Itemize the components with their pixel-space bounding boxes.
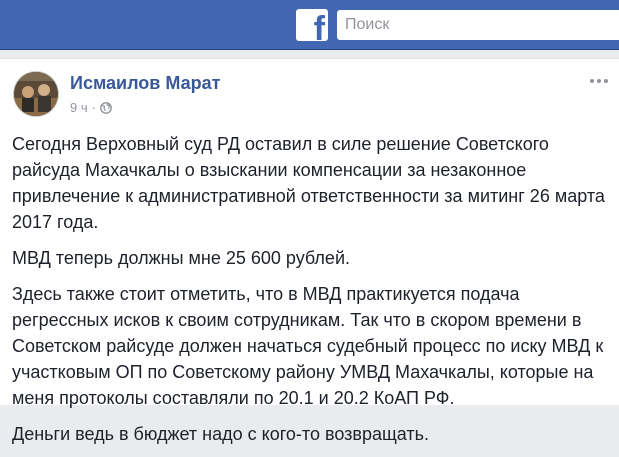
- globe-icon[interactable]: [100, 101, 112, 114]
- post-paragraph: Здесь также стоит отметить, что в МВД пр…: [12, 284, 604, 408]
- post-meta: 9 ч ·: [70, 100, 112, 115]
- author-avatar[interactable]: [13, 71, 59, 117]
- post-body: Сегодня Верховный суд РД оставил в силе …: [12, 131, 612, 457]
- post-paragraph: Сегодня Верховный суд РД оставил в силе …: [12, 134, 605, 232]
- top-navigation-bar: f: [0, 0, 619, 50]
- more-options-icon[interactable]: [588, 75, 610, 87]
- post-paragraph: Деньги ведь в бюджет надо с кого-то возв…: [12, 424, 430, 444]
- facebook-logo-icon[interactable]: f: [296, 9, 328, 41]
- post-paragraph: МВД теперь должны мне 25 600 рублей.: [12, 248, 351, 268]
- post-card: Исмаилов Марат 9 ч · Сегодня Верховный с…: [0, 58, 619, 444]
- meta-separator: ·: [91, 100, 96, 115]
- search-input[interactable]: [337, 10, 619, 40]
- facebook-logo-letter: f: [313, 10, 325, 41]
- avatar-photo: [14, 72, 58, 116]
- post-timestamp[interactable]: 9 ч: [70, 100, 88, 115]
- author-name-link[interactable]: Исмаилов Марат: [70, 73, 220, 94]
